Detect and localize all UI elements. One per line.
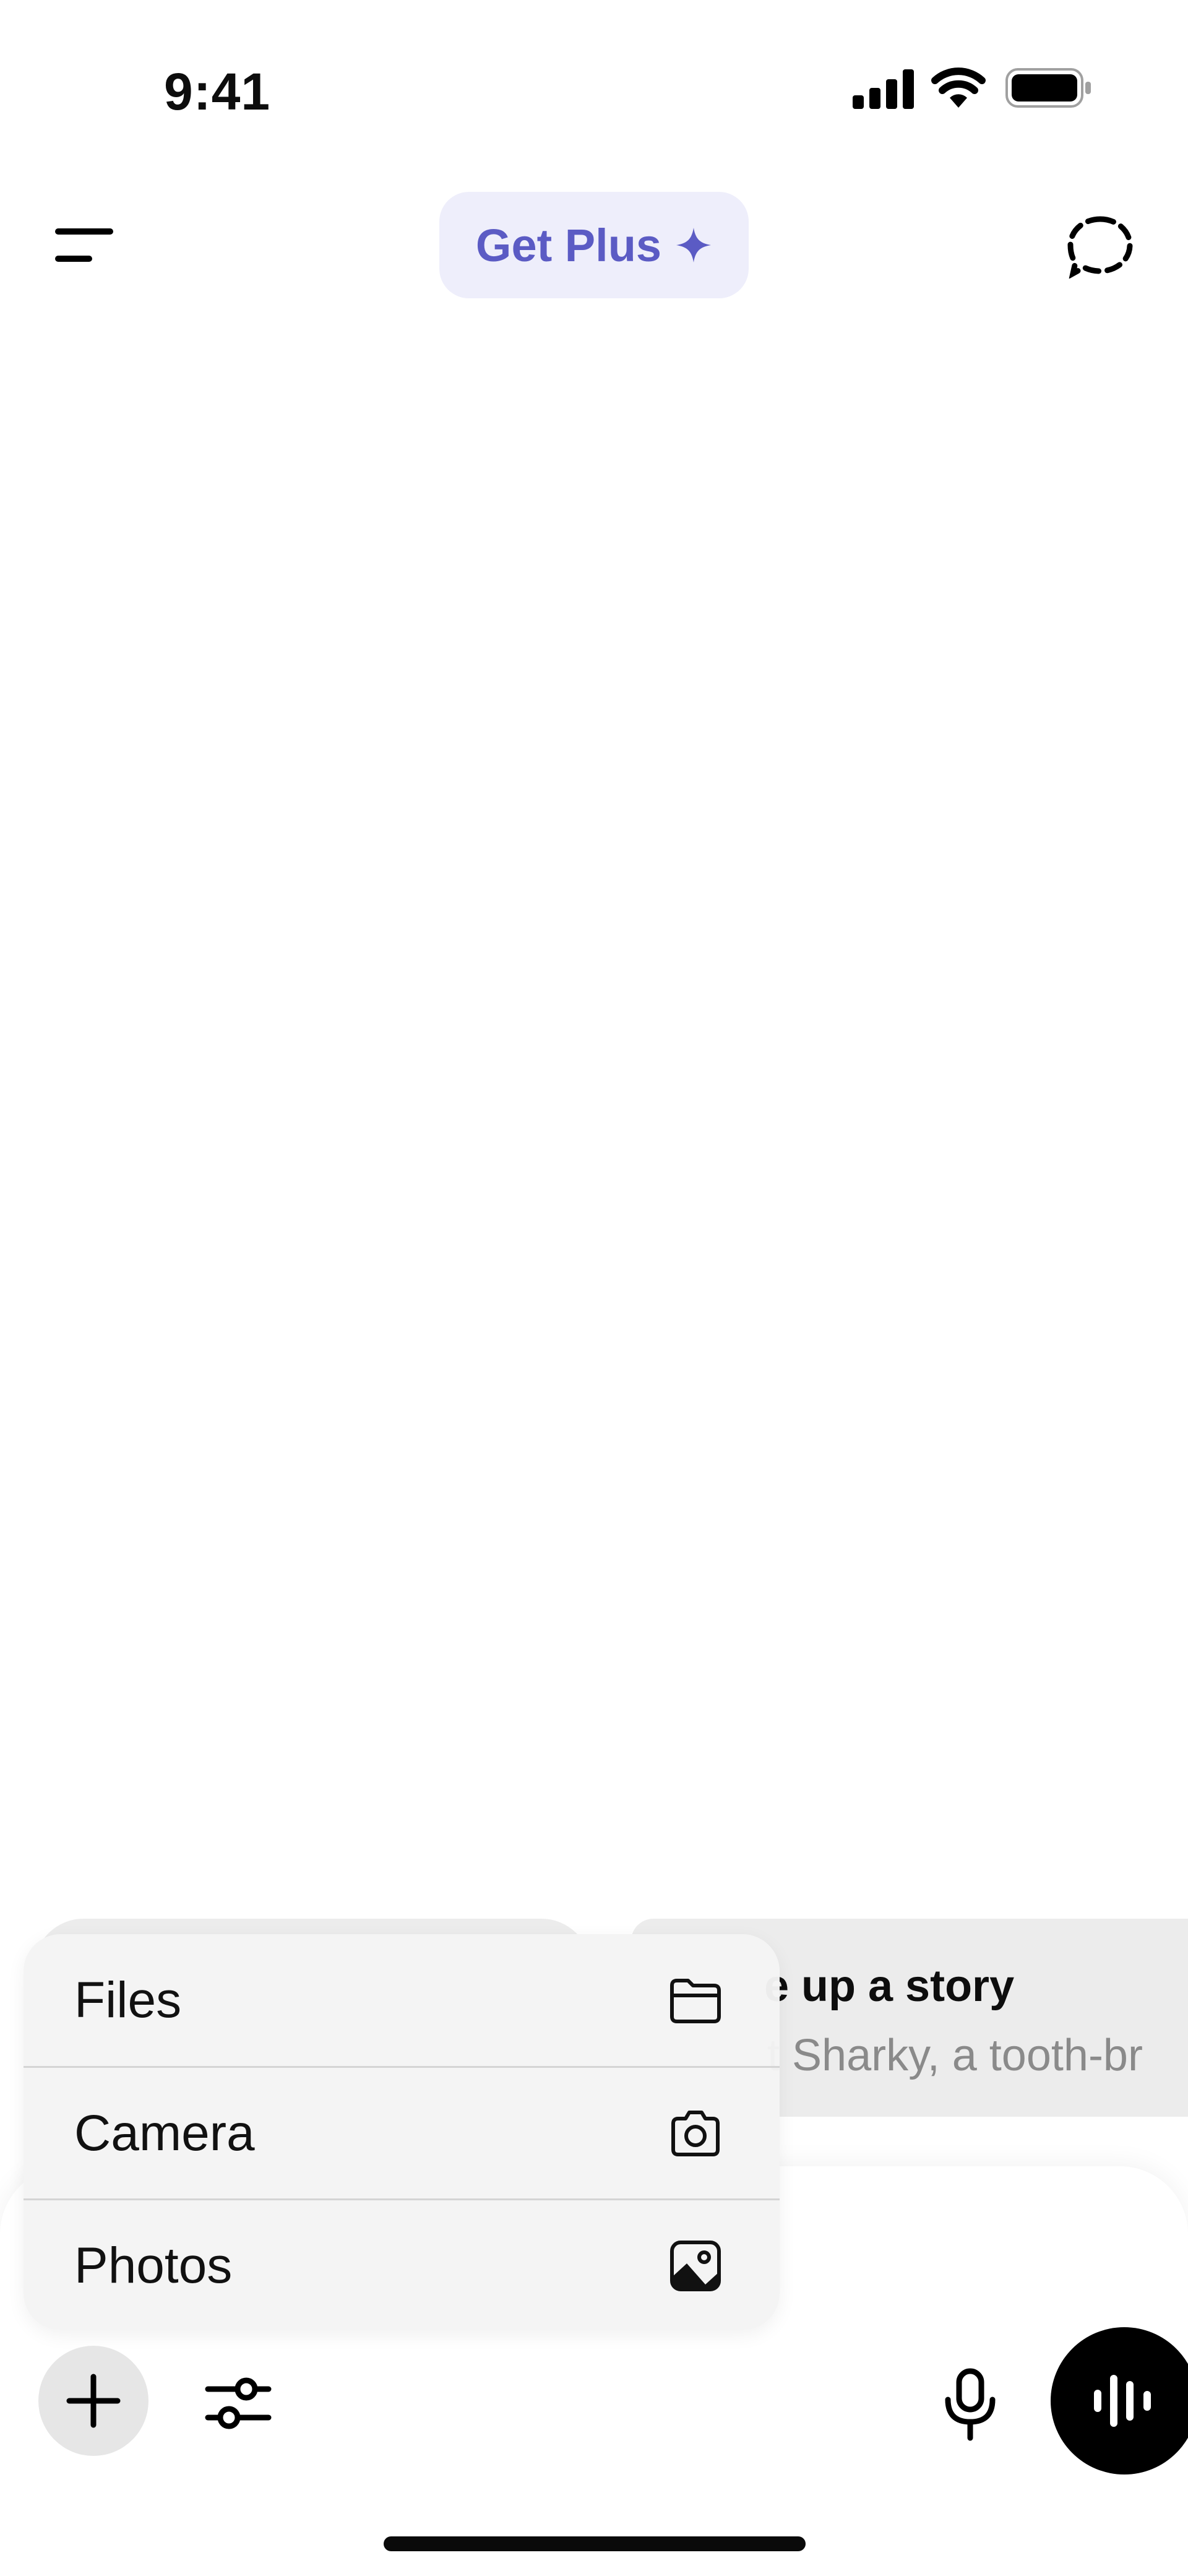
- get-plus-label: Get Plus: [475, 219, 662, 271]
- voice-waveform-icon: [1094, 2375, 1151, 2427]
- camera-icon: [671, 2110, 720, 2156]
- menu-item-camera[interactable]: Camera: [24, 2067, 780, 2199]
- suggestion-title: e up a story: [764, 1961, 1015, 2011]
- wifi-icon: [931, 67, 986, 108]
- menu-item-label: Files: [74, 1971, 182, 2028]
- menu-item-files[interactable]: Files: [24, 1934, 780, 2066]
- attachment-menu: Files Camera Photos: [24, 1934, 780, 2330]
- microphone-icon[interactable]: [939, 2367, 1001, 2442]
- sliders-icon[interactable]: [204, 2369, 272, 2437]
- battery-icon: [1005, 68, 1091, 108]
- cellular-signal-icon: [853, 69, 914, 109]
- dashed-chat-bubble-icon[interactable]: [1065, 214, 1135, 279]
- menu-icon[interactable]: [54, 224, 114, 267]
- get-plus-button[interactable]: Get Plus: [439, 192, 749, 298]
- sparkle-icon: [676, 228, 712, 262]
- plus-icon: [66, 2374, 121, 2428]
- menu-item-photos[interactable]: Photos: [24, 2200, 780, 2330]
- folder-icon: [670, 1978, 721, 2023]
- status-time: 9:41: [164, 63, 271, 121]
- add-attachment-button[interactable]: [38, 2346, 148, 2456]
- suggestion-subtitle: t Sharky, a tooth-br: [767, 2031, 1143, 2080]
- menu-item-label: Photos: [74, 2237, 233, 2294]
- voice-mode-button[interactable]: [1051, 2327, 1188, 2474]
- home-indicator: [384, 2536, 806, 2551]
- photos-icon: [670, 2240, 721, 2291]
- menu-item-label: Camera: [74, 2104, 255, 2161]
